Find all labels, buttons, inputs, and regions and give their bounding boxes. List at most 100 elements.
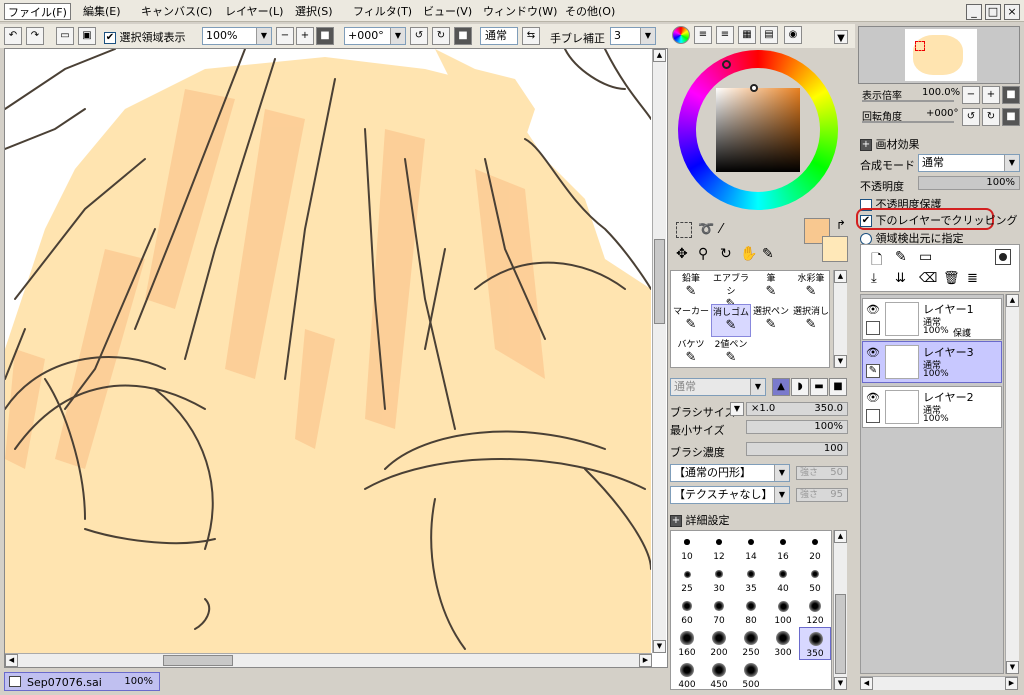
new-layer-icon[interactable]: 🗋 bbox=[871, 249, 882, 273]
rotate-icon[interactable]: ↻ bbox=[720, 246, 732, 262]
lock-box-icon[interactable] bbox=[866, 409, 880, 423]
brush-size-50[interactable]: 50 bbox=[799, 563, 831, 596]
tool-2[interactable]: エアブラシ✎ bbox=[711, 271, 751, 312]
scratchpad-icon[interactable]: ◉ bbox=[784, 26, 802, 44]
brush-size-450[interactable]: 450 bbox=[703, 659, 735, 692]
secondary-color-swatch[interactable] bbox=[822, 236, 848, 262]
brush-size-250[interactable]: 250 bbox=[735, 627, 767, 660]
tool-1[interactable]: 鉛筆 ✎ bbox=[671, 271, 711, 304]
brush-size-350[interactable]: 350 bbox=[799, 627, 831, 660]
scroll-up-icon[interactable]: ▲ bbox=[653, 49, 666, 62]
vertical-scroll-thumb[interactable] bbox=[654, 239, 665, 324]
scroll-right-icon[interactable]: ▶ bbox=[639, 654, 652, 667]
rect-select-icon[interactable] bbox=[676, 222, 692, 238]
nav-rotate-right-icon[interactable]: ↻ bbox=[982, 108, 1000, 126]
eyedropper-icon[interactable]: ✎ bbox=[762, 246, 774, 262]
brush-grid-scrollbar[interactable]: ▲ ▼ bbox=[833, 530, 847, 690]
navigator-preview[interactable] bbox=[858, 26, 1020, 84]
brush-texture-select[interactable]: 【テクスチャなし】 ▼ bbox=[670, 486, 790, 504]
scroll-down-icon[interactable]: ▼ bbox=[1006, 661, 1019, 674]
menu-filter[interactable]: フィルタ(T) bbox=[350, 3, 415, 20]
tool-6[interactable]: 消しゴム ✎ bbox=[711, 304, 751, 337]
rotate-right-icon[interactable]: ↻ bbox=[432, 27, 450, 45]
brush-size-300[interactable]: 300 bbox=[767, 627, 799, 660]
brush-size-12[interactable]: 12 bbox=[703, 531, 735, 564]
brush-size-35[interactable]: 35 bbox=[735, 563, 767, 596]
scroll-up-icon[interactable]: ▲ bbox=[1006, 294, 1019, 307]
scroll-down-icon[interactable]: ▼ bbox=[834, 677, 847, 690]
min-size-field[interactable]: 100% bbox=[746, 420, 848, 434]
blend-mode-select[interactable]: 通常 ▼ bbox=[918, 154, 1020, 172]
menu-view[interactable]: ビュー(V) bbox=[420, 3, 475, 20]
shape-strength-field[interactable]: 強さ 50 bbox=[796, 466, 848, 480]
brush-size-field[interactable]: ×1.0 350.0 bbox=[746, 402, 848, 416]
brush-size-25[interactable]: 25 bbox=[671, 563, 703, 596]
viewport-indicator[interactable] bbox=[915, 41, 925, 51]
invert-selection-icon[interactable]: ▣ bbox=[78, 27, 96, 45]
new-linework-layer-icon[interactable]: ✎ bbox=[895, 249, 907, 265]
zoom-icon[interactable]: ⚲ bbox=[698, 246, 708, 262]
zoom-out-icon[interactable]: − bbox=[276, 27, 294, 45]
delete-layer-icon[interactable]: 🗑 bbox=[943, 271, 960, 286]
scroll-down-icon[interactable]: ▼ bbox=[834, 355, 847, 368]
brush-size-10[interactable]: 10 bbox=[671, 531, 703, 564]
menu-select[interactable]: 選択(S) bbox=[292, 3, 336, 20]
color-wheel-icon[interactable] bbox=[672, 26, 690, 44]
advanced-settings-toggle[interactable]: + 詳細設定 bbox=[670, 512, 730, 528]
tool-7[interactable]: 選択ペン ✎ bbox=[751, 304, 791, 337]
hand-icon[interactable]: ✋ bbox=[740, 246, 757, 262]
chevron-down-icon[interactable]: ▼ bbox=[730, 402, 744, 416]
eye-icon[interactable]: 👁 bbox=[866, 303, 880, 316]
scroll-left-icon[interactable]: ◀ bbox=[860, 677, 873, 690]
tool-8[interactable]: 選択消し ✎ bbox=[791, 304, 831, 337]
move-icon[interactable]: ✥ bbox=[676, 246, 688, 262]
swatch-grid-icon[interactable]: ▦ bbox=[738, 26, 756, 44]
sv-picker-handle[interactable] bbox=[750, 84, 758, 92]
canvas-horizontal-scrollbar[interactable]: ◀ ▶ bbox=[5, 653, 652, 667]
tool-grid-scrollbar[interactable]: ▲ ▼ bbox=[833, 270, 847, 368]
brush-size-60[interactable]: 60 bbox=[671, 595, 703, 628]
minimize-button[interactable]: _ bbox=[966, 4, 982, 20]
hsv-slider-icon[interactable]: ≡ bbox=[716, 26, 734, 44]
lasso-icon[interactable]: ➰ bbox=[698, 222, 714, 237]
brush-size-30[interactable]: 30 bbox=[703, 563, 735, 596]
clipping-checkbox[interactable]: ✔ 下のレイヤーでクリッピング bbox=[860, 212, 1018, 228]
tool-9[interactable]: バケツ ✎ bbox=[671, 337, 711, 370]
menu-file[interactable]: ファイル(F) bbox=[4, 3, 71, 20]
brush-size-200[interactable]: 200 bbox=[703, 627, 735, 660]
nav-zoom-reset-icon[interactable]: ■ bbox=[1002, 86, 1020, 104]
horizontal-scroll-thumb[interactable] bbox=[163, 655, 233, 666]
brush-size-100[interactable]: 100 bbox=[767, 595, 799, 628]
nav-zoom-in-icon[interactable]: + bbox=[982, 86, 1000, 104]
new-folder-icon[interactable]: ▭ bbox=[919, 249, 932, 265]
brush-size-80[interactable]: 80 bbox=[735, 595, 767, 628]
edge-soft-icon[interactable]: ▬ bbox=[810, 378, 828, 396]
stabilizer-select[interactable]: 3 ▼ bbox=[610, 27, 656, 45]
document-tab[interactable]: Sep07076.sai 100% bbox=[4, 672, 160, 691]
brush-size-500[interactable]: 500 bbox=[735, 659, 767, 692]
edge-hard-icon[interactable]: ▲ bbox=[772, 378, 790, 396]
menu-other[interactable]: その他(O) bbox=[562, 3, 618, 20]
maximize-button[interactable]: □ bbox=[985, 4, 1001, 20]
lock-box-icon[interactable] bbox=[866, 321, 880, 335]
scroll-left-icon[interactable]: ◀ bbox=[5, 654, 18, 667]
selection-display-checkbox[interactable]: ✔ 選択領域表示 bbox=[104, 29, 186, 45]
texture-strength-field[interactable]: 強さ 95 bbox=[796, 488, 848, 502]
brush-size-14[interactable]: 14 bbox=[735, 531, 767, 564]
canvas-vertical-scrollbar[interactable]: ▲ ▼ bbox=[652, 49, 666, 653]
edge-flat-icon[interactable]: ■ bbox=[829, 378, 847, 396]
tool-3[interactable]: 筆 ✎ bbox=[751, 271, 791, 304]
brush-size-20[interactable]: 20 bbox=[799, 531, 831, 564]
merge-down-icon[interactable]: ⇊ bbox=[895, 271, 906, 286]
brush-grid-scroll-thumb[interactable] bbox=[835, 594, 846, 674]
zoom-reset-icon[interactable]: ■ bbox=[316, 27, 334, 45]
color-wheel[interactable] bbox=[678, 50, 838, 210]
layer-settings-icon[interactable]: ≣ bbox=[967, 271, 978, 286]
menu-window[interactable]: ウィンドウ(W) bbox=[480, 3, 560, 20]
rotation-select[interactable]: +000° ▼ bbox=[344, 27, 406, 45]
layer-row[interactable]: 👁 レイヤー1 通常 100% 保護 bbox=[862, 298, 1002, 340]
mode-button[interactable]: 通常 bbox=[480, 27, 518, 45]
tool-5[interactable]: マーカー ✎ bbox=[671, 304, 711, 337]
close-button[interactable]: × bbox=[1004, 4, 1020, 20]
magic-wand-icon[interactable]: ⁄ bbox=[720, 222, 722, 237]
